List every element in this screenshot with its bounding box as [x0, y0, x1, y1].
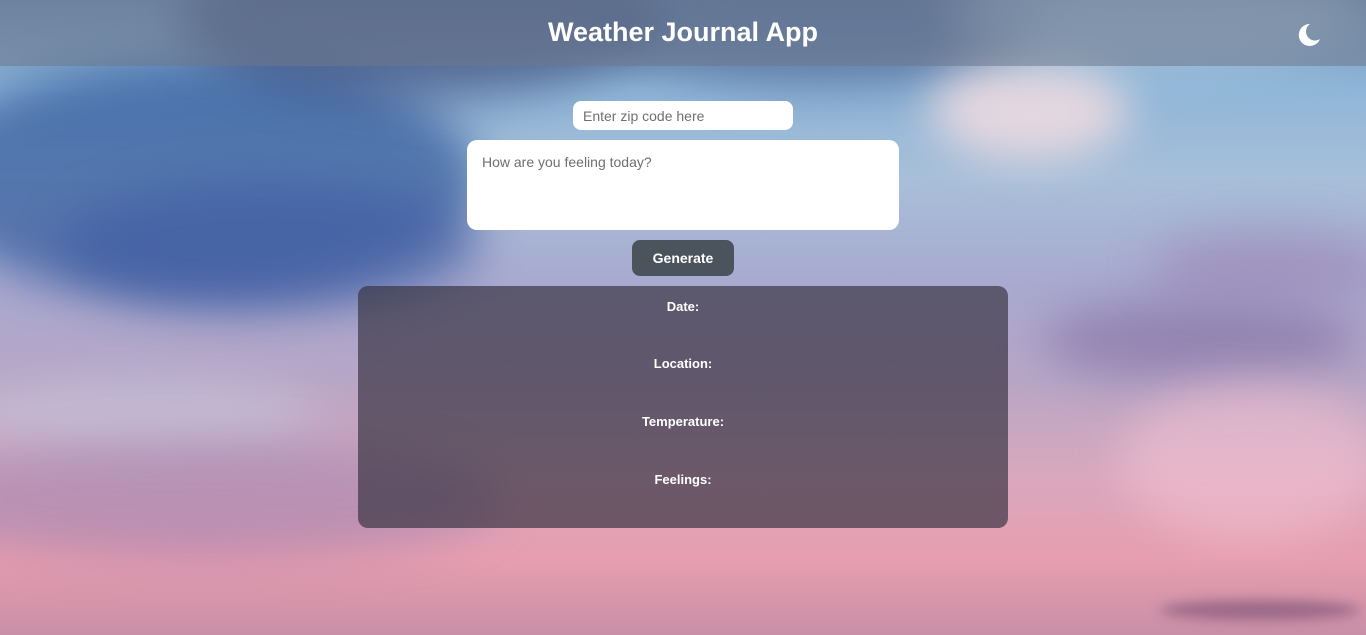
cloud: [1160, 600, 1360, 620]
zip-code-input[interactable]: [573, 101, 793, 130]
feelings-label: Feelings:: [654, 472, 712, 487]
feelings-textarea[interactable]: [467, 140, 899, 230]
app-title: Weather Journal App: [547, 17, 819, 47]
cloud: [0, 380, 320, 450]
app-header: Weather Journal App: [0, 0, 1366, 66]
temperature-label: Temperature:: [641, 414, 725, 429]
entry-results-panel: Date: Location: Temperature: Feelings:: [358, 286, 1008, 528]
moon-icon: [1298, 23, 1320, 46]
cloud: [1040, 300, 1360, 380]
cloud: [1120, 380, 1366, 540]
cloud: [1150, 230, 1366, 300]
cloud: [930, 60, 1130, 160]
theme-toggle-button[interactable]: [1294, 20, 1324, 50]
date-label: Date:: [666, 299, 700, 314]
generate-button[interactable]: Generate: [632, 240, 734, 276]
location-label: Location:: [653, 356, 713, 371]
